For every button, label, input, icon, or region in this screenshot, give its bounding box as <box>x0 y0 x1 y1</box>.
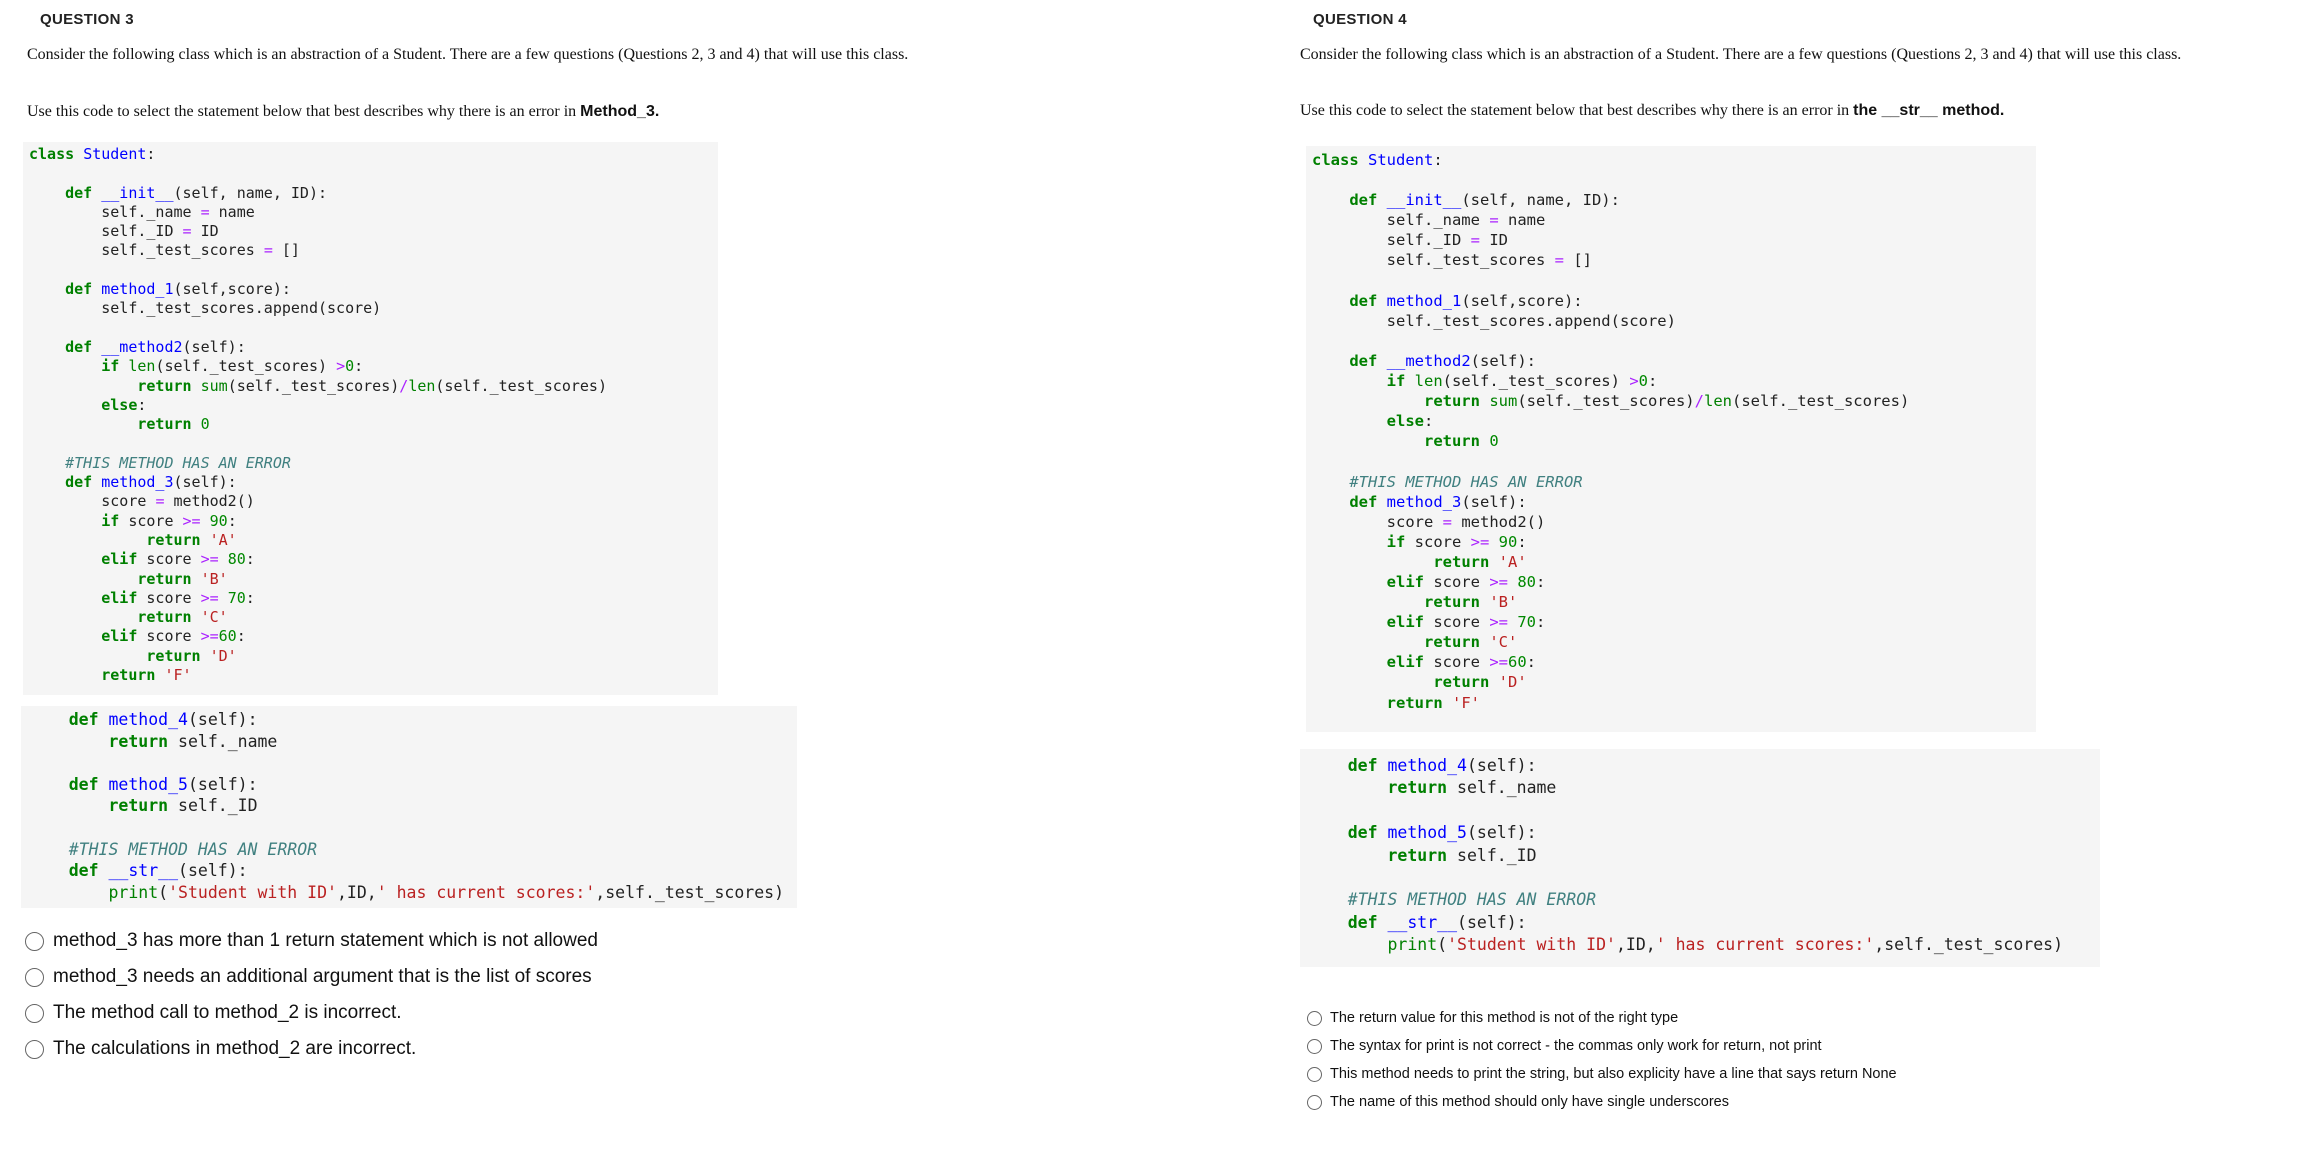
answer-option[interactable]: The return value for this method is not … <box>1307 1010 1678 1026</box>
code-text: def method_4(self): return self._name de… <box>1347 756 2064 955</box>
answer-option[interactable]: method_3 has more than 1 return statemen… <box>25 930 598 952</box>
question-intro: Consider the following class which is an… <box>27 46 909 63</box>
radio-button-icon[interactable] <box>1307 1066 1322 1082</box>
question-prompt: Use this code to select the statement be… <box>27 103 659 121</box>
code-block-part-2: def method_4(self): return self._name de… <box>21 706 797 908</box>
answer-option-label: The method call to method_2 is incorrect… <box>53 1002 402 1023</box>
code-text: class Student: def __init__(self, name, … <box>29 145 607 685</box>
answer-option-label: The syntax for print is not correct - th… <box>1330 1038 1822 1054</box>
question-prompt: Use this code to select the statement be… <box>1300 102 2004 120</box>
answer-option[interactable]: The name of this method should only have… <box>1307 1094 1729 1110</box>
answer-option-label: This method needs to print the string, b… <box>1330 1066 1897 1082</box>
code-block-part-1: class Student: def __init__(self, name, … <box>23 142 718 695</box>
question-title: QUESTION 3 <box>40 11 134 28</box>
answer-option[interactable]: This method needs to print the string, b… <box>1307 1066 1897 1082</box>
answer-option[interactable]: method_3 needs an additional argument th… <box>25 966 592 988</box>
code-text: def method_4(self): return self._name de… <box>68 710 785 902</box>
radio-button-icon[interactable] <box>25 967 44 987</box>
code-text: class Student: def __init__(self, name, … <box>1312 151 1910 712</box>
radio-button-icon[interactable] <box>1307 1094 1322 1110</box>
answer-option-label: The name of this method should only have… <box>1330 1094 1729 1110</box>
answer-option[interactable]: The calculations in method_2 are incorre… <box>25 1038 416 1060</box>
radio-button-icon[interactable] <box>25 931 44 951</box>
prompt-emphasis: the __str__ method. <box>1853 102 2005 119</box>
answer-option-label: method_3 needs an additional argument th… <box>53 966 592 987</box>
answer-option[interactable]: The syntax for print is not correct - th… <box>1307 1038 1822 1054</box>
question-title: QUESTION 4 <box>1313 11 1407 28</box>
radio-button-icon[interactable] <box>1307 1038 1322 1054</box>
prompt-text: Use this code to select the statement be… <box>27 103 581 120</box>
prompt-emphasis: Method_3. <box>580 103 660 120</box>
code-block-part-2: def method_4(self): return self._name de… <box>1300 749 2100 967</box>
answer-option-label: method_3 has more than 1 return statemen… <box>53 930 598 951</box>
radio-button-icon[interactable] <box>25 1039 44 1059</box>
code-block-part-1: class Student: def __init__(self, name, … <box>1306 146 2036 732</box>
answer-option[interactable]: The method call to method_2 is incorrect… <box>25 1002 402 1024</box>
radio-button-icon[interactable] <box>1307 1010 1322 1026</box>
answer-option-label: The calculations in method_2 are incorre… <box>53 1038 417 1059</box>
question-intro: Consider the following class which is an… <box>1300 46 2182 63</box>
radio-button-icon[interactable] <box>25 1003 44 1023</box>
prompt-text: Use this code to select the statement be… <box>1300 102 1854 119</box>
answer-option-label: The return value for this method is not … <box>1330 1010 1679 1026</box>
